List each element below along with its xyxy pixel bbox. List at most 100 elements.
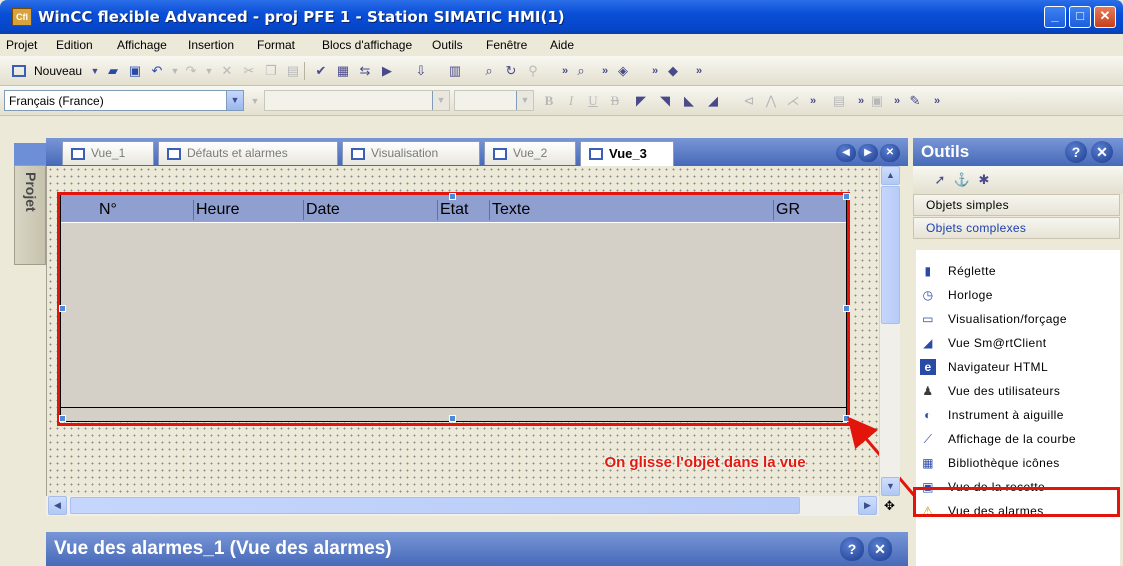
menu-aide[interactable]: Aide [550, 38, 574, 52]
vertical-scrollbar[interactable]: ▲ ▼ [879, 166, 900, 496]
menu-affichage[interactable]: Affichage [117, 38, 167, 52]
close-panel-icon[interactable]: ✕ [1091, 141, 1113, 163]
dropdown-arrow-icon[interactable]: ▼ [86, 63, 104, 79]
menu-fenetre[interactable]: Fenêtre [486, 38, 527, 52]
group-icon[interactable]: ▣ [868, 93, 886, 109]
help-icon[interactable]: ? [840, 537, 864, 561]
check-icon[interactable]: ✔ [312, 63, 330, 79]
scroll-down-icon[interactable]: ▼ [881, 477, 900, 496]
resize-handle[interactable] [843, 305, 850, 312]
chevron-down-icon[interactable]: ▼ [516, 91, 533, 110]
redo-dropdown-icon[interactable]: ▼ [200, 63, 218, 79]
new-button[interactable]: Nouveau [34, 64, 82, 78]
tool-instrument-aiguille[interactable]: ◐ Instrument à aiguille [920, 404, 1064, 426]
menu-format[interactable]: Format [257, 38, 295, 52]
project-tab[interactable]: Projet [14, 165, 46, 265]
menu-edition[interactable]: Edition [56, 38, 93, 52]
align-right-icon[interactable]: ◣ [680, 93, 698, 109]
vertical-scroll-thumb[interactable] [881, 186, 900, 324]
delete-icon[interactable]: ✕ [218, 63, 236, 79]
tab-close-icon[interactable]: ✕ [880, 144, 900, 162]
save-icon[interactable]: ▣ [126, 63, 144, 79]
menu-insertion[interactable]: Insertion [188, 38, 234, 52]
menu-blocs-affichage[interactable]: Blocs d'affichage [322, 38, 412, 52]
bold-button[interactable]: B [540, 93, 558, 109]
cut-icon[interactable]: ✂ [240, 63, 258, 79]
font-size-select[interactable]: ▼ [454, 90, 534, 111]
open-folder-icon[interactable]: ▰ [104, 63, 122, 79]
scroll-left-icon[interactable]: ◀ [48, 496, 67, 515]
scroll-right-icon[interactable]: ▶ [858, 496, 877, 515]
category-objets-simples[interactable]: Objets simples [913, 194, 1120, 216]
align-top-icon[interactable]: ◢ [704, 93, 722, 109]
tool-horloge[interactable]: ◷ Horloge [920, 284, 993, 306]
resize-handle[interactable] [449, 193, 456, 200]
tab-vue-1[interactable]: Vue_1 [62, 141, 154, 165]
strikethrough-button[interactable]: B [606, 93, 624, 109]
tools-wrench-icon[interactable]: ✱ [975, 172, 993, 188]
maximize-button[interactable]: □ [1069, 6, 1091, 28]
tab-visualisation[interactable]: Visualisation [342, 141, 480, 165]
resize-handle[interactable] [843, 415, 850, 422]
pointer-icon[interactable]: ➚ [931, 172, 949, 188]
underline-button[interactable]: U [584, 93, 602, 109]
toolbar-overflow-icon[interactable]: » [646, 63, 664, 79]
reference-icon[interactable]: ⚲ [524, 63, 542, 79]
mirror-icon[interactable]: ⋌ [784, 93, 802, 109]
tab-vue-3[interactable]: Vue_3 [580, 141, 674, 168]
settings-icon[interactable]: ✎ [906, 93, 924, 109]
help-book-icon[interactable]: ◆ [664, 63, 682, 79]
binoculars-icon[interactable]: ⌕ [480, 63, 498, 79]
tool-visualisation-forcage[interactable]: ▭ Visualisation/forçage [920, 308, 1067, 330]
refresh-icon[interactable]: ↻ [502, 63, 520, 79]
resize-handle[interactable] [449, 415, 456, 422]
align-center-icon[interactable]: ◥ [656, 93, 674, 109]
category-objets-complexes[interactable]: Objets complexes [913, 217, 1120, 239]
tab-next-icon[interactable]: ▶ [858, 144, 878, 162]
menu-outils[interactable]: Outils [432, 38, 463, 52]
tool-vue-utilisateurs[interactable]: ♟ Vue des utilisateurs [920, 380, 1060, 402]
close-button[interactable]: ✕ [1094, 6, 1116, 28]
fill-color-icon[interactable]: ◈ [614, 63, 632, 79]
help-icon[interactable]: ? [1065, 141, 1087, 163]
toolbar-overflow-icon[interactable]: » [596, 63, 614, 79]
toolbar-overflow-icon[interactable]: » [888, 93, 906, 109]
distribute-icon[interactable]: ▤ [830, 93, 848, 109]
align-left-icon[interactable]: ◤ [632, 93, 650, 109]
layout-icon[interactable]: ▥ [446, 63, 464, 79]
resize-handle[interactable] [843, 193, 850, 200]
flip-icon[interactable]: ⋀ [762, 93, 780, 109]
transfer-icon[interactable]: ⇆ [356, 63, 374, 79]
minimize-button[interactable]: _ [1044, 6, 1066, 28]
language-select[interactable]: Français (France) ▼ [4, 90, 244, 111]
tool-bibliotheque-icones[interactable]: ▦ Bibliothèque icônes [920, 452, 1060, 474]
download-icon[interactable]: ⇩ [412, 63, 430, 79]
dropdown-arrow-icon[interactable]: ▼ [246, 93, 264, 109]
simulate-icon[interactable]: ▶ [378, 63, 396, 79]
tool-affichage-courbe[interactable]: ⟋ Affichage de la courbe [920, 428, 1076, 450]
resize-handle[interactable] [59, 305, 66, 312]
redo-icon[interactable]: ↷ [182, 63, 200, 79]
chevron-down-icon[interactable]: ▼ [226, 91, 243, 110]
close-panel-icon[interactable]: ✕ [868, 537, 892, 561]
tab-defauts-alarmes[interactable]: Défauts et alarmes [158, 141, 338, 165]
copy-icon[interactable]: ❐ [262, 63, 280, 79]
menu-projet[interactable]: Projet [6, 38, 37, 52]
toolbar-overflow-icon[interactable]: » [804, 93, 822, 109]
horizontal-scrollbar[interactable]: ◀ ▶ [46, 496, 879, 516]
italic-button[interactable]: I [562, 93, 580, 109]
compile-icon[interactable]: ▦ [334, 63, 352, 79]
move-icon[interactable]: ✥ [879, 496, 900, 516]
tool-reglette[interactable]: ▮ Réglette [920, 260, 996, 282]
tab-prev-icon[interactable]: ◀ [836, 144, 856, 162]
font-select[interactable]: ▼ [264, 90, 450, 111]
tab-vue-2[interactable]: Vue_2 [484, 141, 576, 165]
resize-handle[interactable] [59, 415, 66, 422]
zoom-icon[interactable]: ⌕ [572, 63, 590, 79]
anchor-icon[interactable]: ⚓ [953, 172, 971, 188]
tool-smartclient[interactable]: ◢ Vue Sm@rtClient [920, 332, 1046, 354]
rotate-icon[interactable]: ⊲ [740, 93, 758, 109]
scroll-up-icon[interactable]: ▲ [881, 166, 900, 185]
horizontal-scroll-thumb[interactable] [70, 497, 800, 514]
toolbar-overflow-icon[interactable]: » [928, 93, 946, 109]
